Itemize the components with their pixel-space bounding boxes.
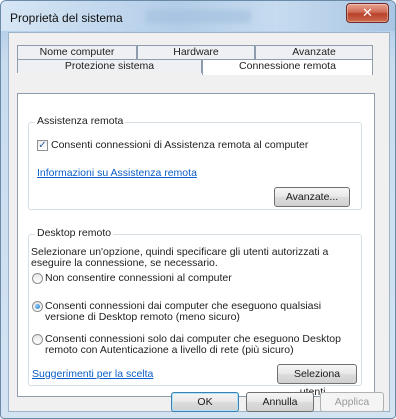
option-any-version-radio[interactable] bbox=[32, 301, 43, 312]
close-button[interactable]: ✕ bbox=[346, 3, 389, 23]
help-choose-link[interactable]: Suggerimenti per la scelta bbox=[32, 368, 153, 380]
select-users-button[interactable]: Seleziona utenti... bbox=[277, 364, 357, 398]
ok-button[interactable]: OK bbox=[171, 392, 239, 412]
assistance-info-link[interactable]: Informazioni su Assistenza remota bbox=[37, 167, 197, 179]
tab-system-protection[interactable]: Protezione sistema bbox=[17, 59, 202, 73]
cancel-button[interactable]: Annulla bbox=[246, 392, 314, 412]
allow-assistance-label[interactable]: Consenti connessioni di Assistenza remot… bbox=[51, 139, 308, 151]
tab-computer-name[interactable]: Nome computer bbox=[17, 45, 137, 59]
remote-assistance-title: Assistenza remota bbox=[35, 115, 126, 127]
tab-row-top: Nome computer Hardware Avanzate bbox=[17, 45, 373, 59]
system-properties-window: Proprietà del sistema ✕ Nome computer Ha… bbox=[0, 0, 396, 419]
blurred-title-region bbox=[146, 10, 251, 23]
dialog-client-area: Nome computer Hardware Avanzate Protezio… bbox=[8, 32, 390, 412]
option-no-connections-radio[interactable] bbox=[32, 273, 43, 284]
title-bar[interactable]: Proprietà del sistema ✕ bbox=[1, 1, 395, 31]
window-title: Proprietà del sistema bbox=[10, 11, 123, 25]
remote-connection-panel: Assistenza remota ✓ Consenti connessioni… bbox=[17, 93, 375, 398]
allow-assistance-checkbox[interactable]: ✓ bbox=[37, 140, 48, 151]
tab-advanced[interactable]: Avanzate bbox=[255, 45, 373, 59]
remote-desktop-title: Desktop remoto bbox=[35, 227, 114, 239]
apply-button: Applica bbox=[320, 392, 384, 412]
tab-remote-connection[interactable]: Connessione remota bbox=[202, 59, 373, 75]
option-any-version-label-line2[interactable]: versione di Desktop remoto (meno sicuro) bbox=[45, 311, 240, 323]
tab-hardware[interactable]: Hardware bbox=[137, 45, 255, 59]
tab-row-bottom: Protezione sistema Connessione remota bbox=[17, 59, 373, 75]
desktop-description-line2: eseguire la connessione, se necessario. bbox=[31, 257, 218, 269]
option-no-connections-label[interactable]: Non consentire connessioni al computer bbox=[45, 272, 232, 284]
option-nla-label-line2[interactable]: remoto con Autenticazione a livello di r… bbox=[45, 344, 294, 356]
remote-desktop-group: Desktop remoto Selezionare un'opzione, q… bbox=[28, 227, 362, 398]
advanced-button[interactable]: Avanzate... bbox=[274, 187, 350, 207]
remote-assistance-group: Assistenza remota ✓ Consenti connessioni… bbox=[28, 115, 362, 210]
option-nla-radio[interactable] bbox=[32, 334, 43, 345]
